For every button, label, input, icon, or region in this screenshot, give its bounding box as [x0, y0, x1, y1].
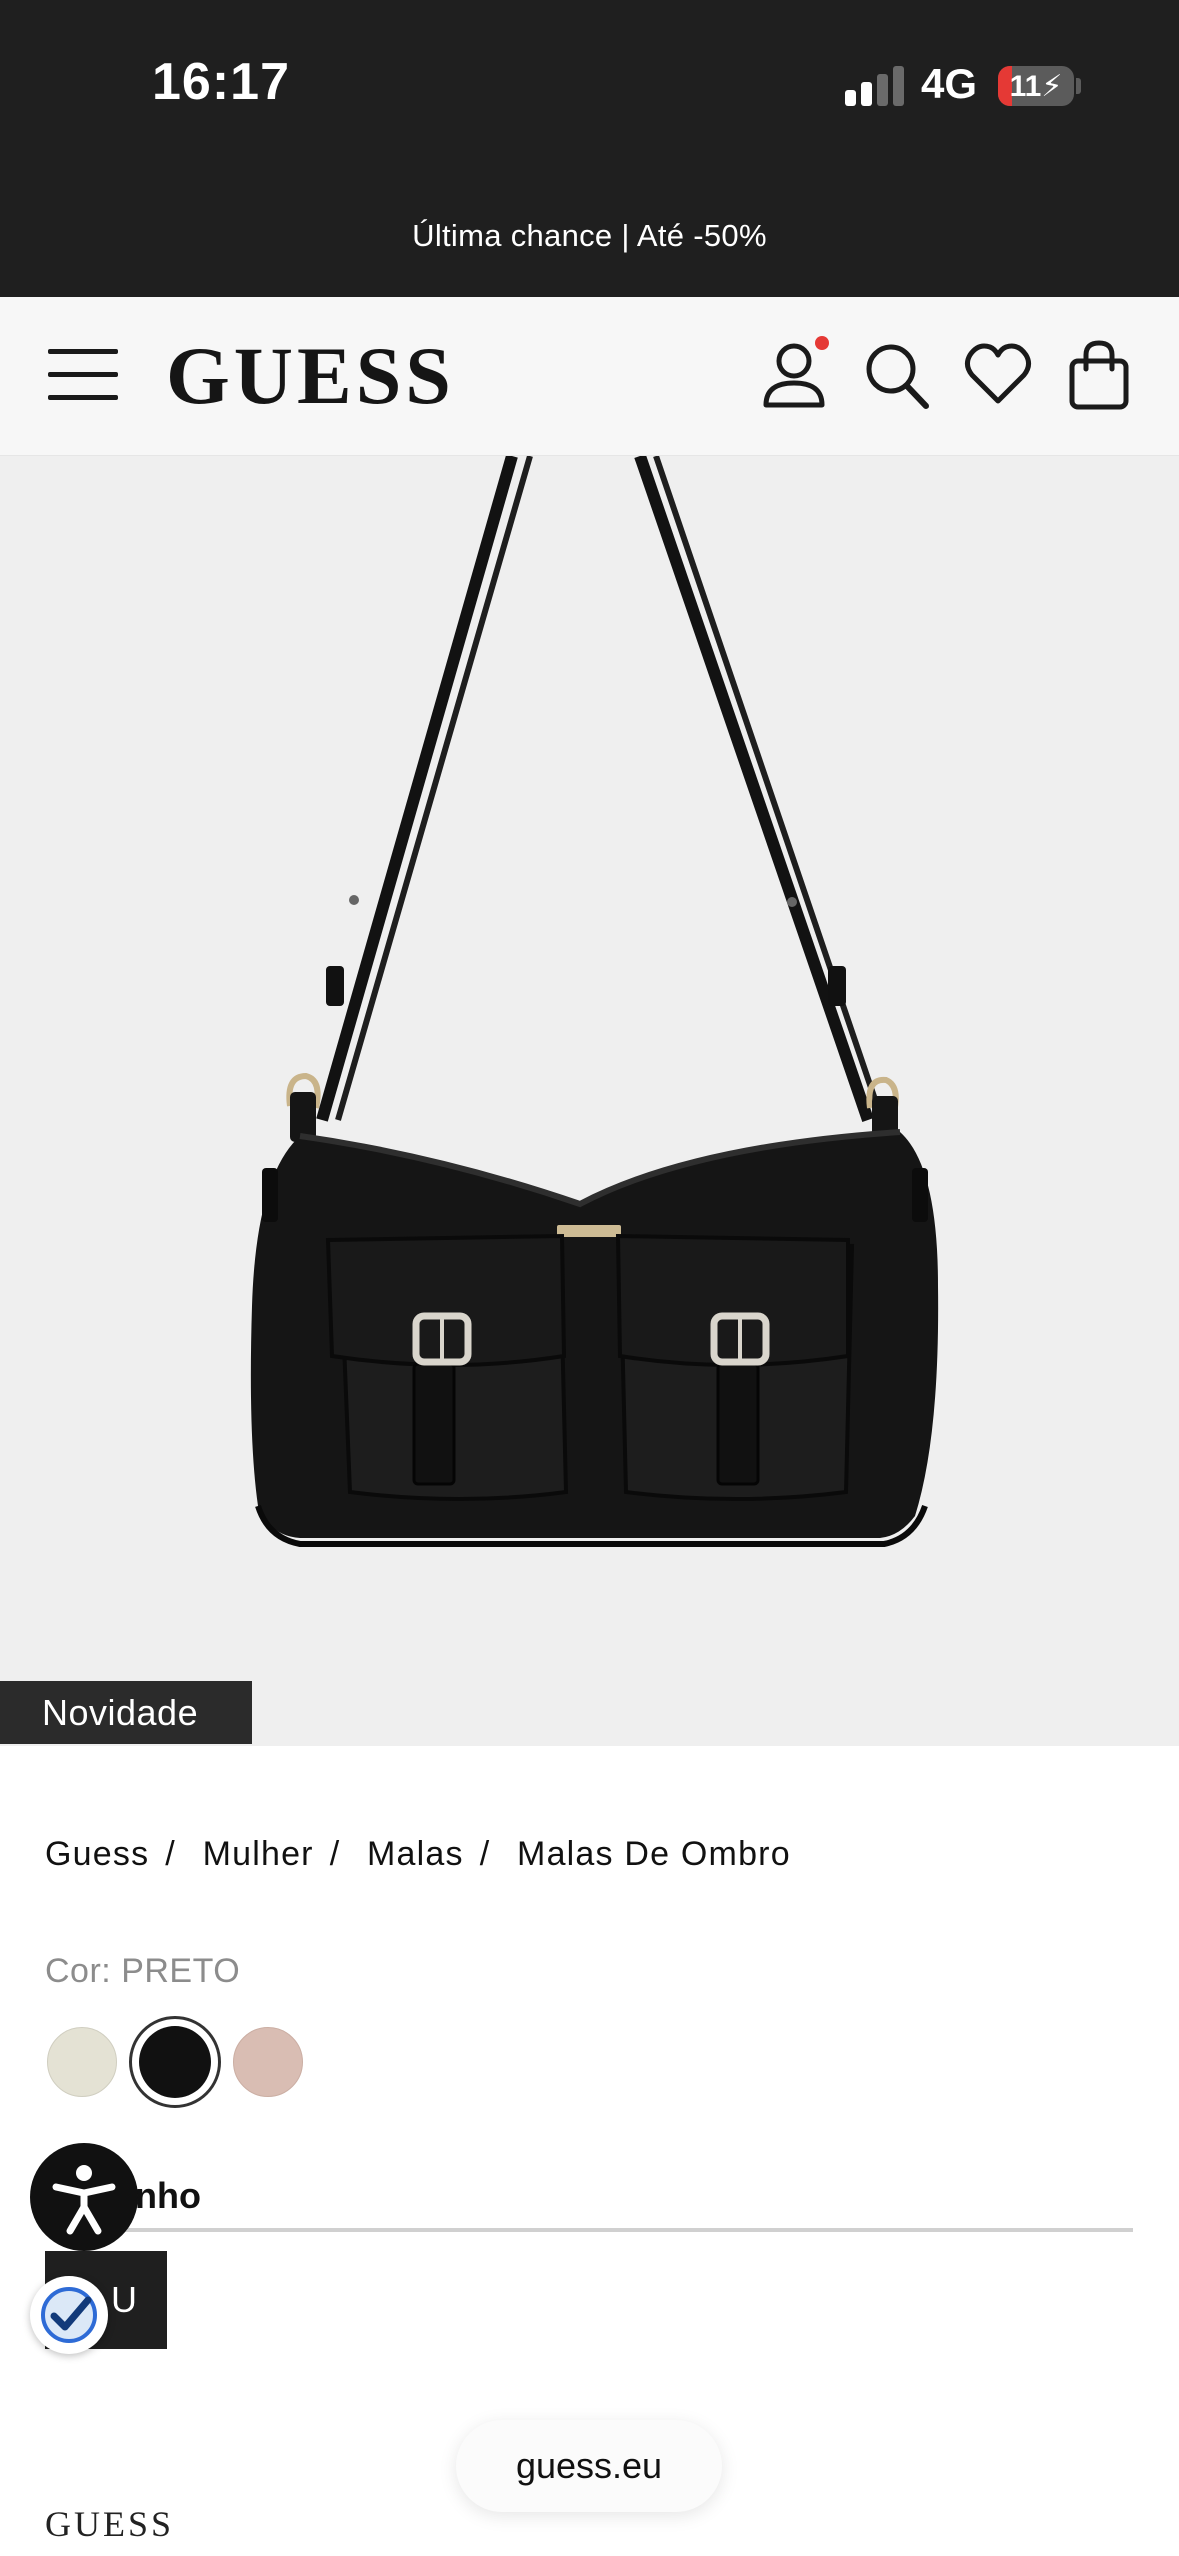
color-swatch-blush[interactable] — [233, 2027, 303, 2097]
color-swatch-black[interactable] — [129, 2016, 221, 2108]
heart-icon[interactable] — [962, 335, 1034, 415]
color-label: Cor: PRETO — [45, 1952, 240, 1991]
account-icon[interactable] — [760, 335, 832, 415]
breadcrumb-item[interactable]: Guess — [45, 1835, 149, 1873]
cellular-signal-icon — [845, 66, 907, 106]
promo-banner[interactable]: Última chance | Até -50% — [0, 175, 1179, 297]
color-label-prefix: Cor: — [45, 1952, 112, 1990]
battery-tip — [1076, 78, 1081, 94]
network-type: 4G — [921, 60, 978, 107]
search-icon[interactable] — [860, 335, 932, 415]
brand-logo[interactable]: GUESS — [166, 335, 455, 417]
trust-badge[interactable] — [30, 2276, 108, 2354]
color-swatch-cream[interactable] — [47, 2027, 117, 2097]
menu-icon[interactable] — [48, 345, 120, 405]
notification-dot — [815, 336, 829, 350]
verified-check-icon — [41, 2287, 97, 2343]
bag-icon[interactable] — [1064, 335, 1136, 415]
color-value: PRETO — [121, 1952, 241, 1990]
battery-icon: 11⚡ — [998, 66, 1074, 106]
browser-url-bar[interactable]: guess.eu — [456, 2420, 722, 2512]
accessibility-icon — [52, 2165, 116, 2235]
status-time: 16:17 — [152, 53, 290, 111]
status-bar: 16:17 4G 11⚡ — [0, 0, 1179, 175]
accessibility-button[interactable] — [30, 2143, 138, 2251]
size-divider — [45, 2228, 1133, 2232]
breadcrumb-item[interactable]: Malas — [367, 1835, 464, 1873]
shoulder-bag-image — [250, 456, 939, 1547]
breadcrumb: Guess / Mulher / Malas / Malas De Ombro — [45, 1835, 791, 1873]
product-image[interactable] — [0, 456, 1179, 1746]
battery-level: 11 — [1009, 70, 1042, 103]
breadcrumb-item[interactable]: Mulher — [203, 1835, 314, 1873]
breadcrumb-item[interactable]: Malas De Ombro — [517, 1835, 791, 1873]
site-header: GUESS — [0, 297, 1179, 456]
size-label: nho — [135, 2175, 201, 2216]
new-badge: Novidade — [0, 1681, 252, 1744]
footer-logo: GUESS — [45, 2504, 175, 2544]
